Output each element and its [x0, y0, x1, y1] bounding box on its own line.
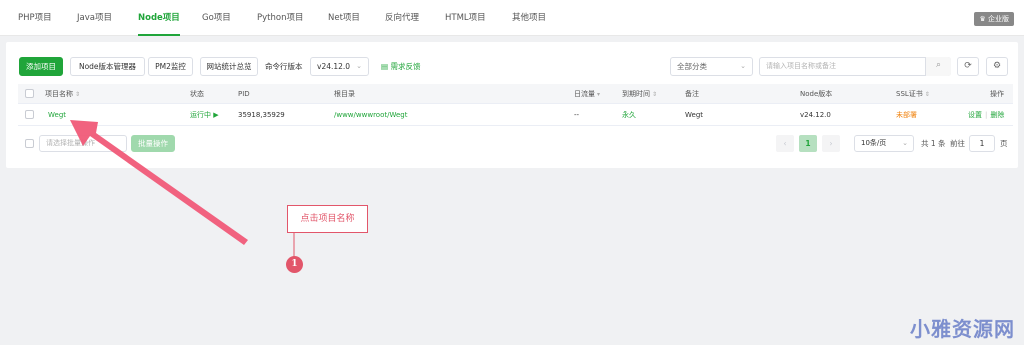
step-marker: 1	[286, 256, 303, 273]
annotation-callout: 点击项目名称	[287, 205, 368, 233]
watermark: 小雅资源网	[910, 317, 1015, 341]
annotation-arrow	[70, 120, 295, 258]
arrow-shape	[70, 120, 248, 245]
